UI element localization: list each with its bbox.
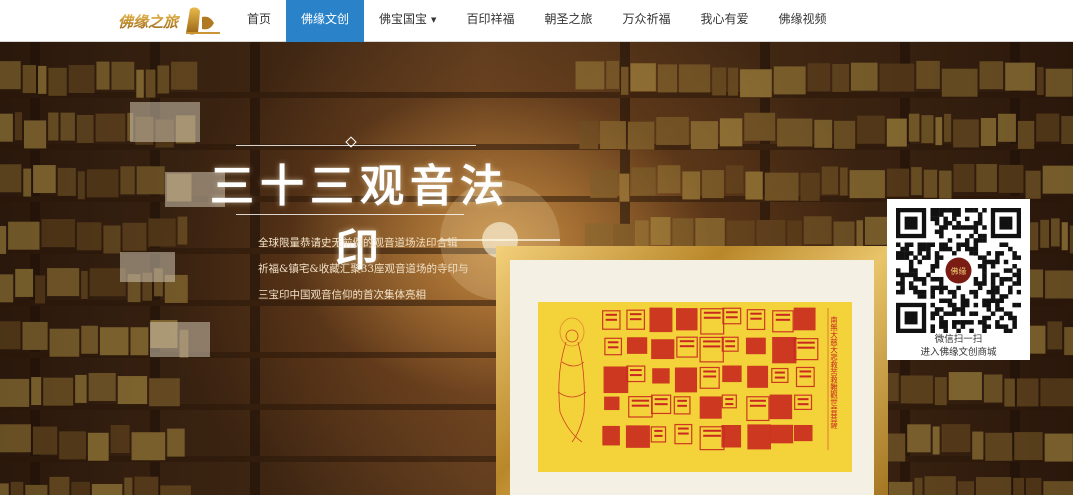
nav-item-label: 我心有爱 <box>700 12 749 26</box>
chevron-down-icon: ▼ <box>431 15 437 24</box>
nav-item-label: 百印祥福 <box>466 12 515 26</box>
qr-badge-text: 佛缘 <box>951 266 967 276</box>
logo-text: 佛缘之旅 <box>118 13 181 31</box>
artwork-frame[interactable]: 南無大慈大悲救苦救難觀世音菩薩 <box>496 246 888 495</box>
qr-card[interactable]: 佛缘 微信扫一扫 进入佛缘文创商城 <box>887 199 1030 360</box>
artwork-mat: 南無大慈大悲救苦救難觀世音菩薩 <box>510 260 874 495</box>
qr-code[interactable]: 佛缘 <box>896 208 1021 333</box>
hero-banner: 三十三观音法印 全球限量恭请史无前例的观音道场法印合辑 祈福&镇宅&收藏汇聚33… <box>0 42 1073 495</box>
logo-graphic: 佛缘之旅 <box>118 7 220 35</box>
artwork-inscription: 南無大慈大悲救苦救難觀世音菩薩 <box>829 315 838 430</box>
description-line-3: 三宝印中国观音信仰的首次集体亮相 <box>258 289 426 301</box>
nav-item-4[interactable]: 百印祥福 <box>451 0 529 42</box>
qr-caption-line-1: 微信扫一扫 <box>934 334 983 345</box>
qr-caption-line-2: 进入佛缘文创商城 <box>920 347 997 358</box>
nav-item-label: 朝圣之旅 <box>544 12 593 26</box>
title-rule-top <box>236 145 476 146</box>
hero-description: 全球限量恭请史无前例的观音道场法印合辑 祈福&镇宅&收藏汇聚33座观音道场的寺印… <box>258 230 498 308</box>
description-line-2: 祈福&镇宅&收藏汇聚33座观音道场的寺印与 <box>258 263 469 275</box>
nav-item-8[interactable]: 佛缘视频 <box>764 0 842 42</box>
seal-artwork: 南無大慈大悲救苦救難觀世音菩薩 <box>538 302 852 472</box>
nav-item-6[interactable]: 万众祈福 <box>607 0 685 42</box>
nav-item-label: 佛缘文创 <box>301 12 350 26</box>
nav-item-2[interactable]: 佛缘文创 <box>286 0 365 42</box>
nav-item-label: 首页 <box>247 12 272 26</box>
nav-item-label: 佛缘视频 <box>778 12 827 26</box>
title-rule-bottom <box>236 214 464 215</box>
nav-item-label: 佛宝国宝 <box>379 12 428 26</box>
description-line-1: 全球限量恭请史无前例的观音道场法印合辑 <box>258 237 458 249</box>
nav-item-5[interactable]: 朝圣之旅 <box>529 0 607 42</box>
nav-item-3[interactable]: 佛宝国宝 ▼ <box>364 0 451 42</box>
main-menu: 首页 佛缘文创 佛宝国宝 ▼ 百印祥福 朝圣之旅 万众祈福 我心有爱 佛缘视频 <box>232 0 842 42</box>
nav-item-1[interactable]: 首页 <box>232 0 286 42</box>
qr-caption: 微信扫一扫 进入佛缘文创商城 <box>887 333 1030 359</box>
nav-item-7[interactable]: 我心有爱 <box>685 0 763 42</box>
seal-collection-graphic: 南無大慈大悲救苦救難觀世音菩薩 <box>557 307 839 451</box>
nav-item-label: 万众祈福 <box>622 12 671 26</box>
top-nav: 佛缘之旅 首页 佛缘文创 佛宝国宝 ▼ 百印祥福 朝圣之旅 万众祈福 我心有爱 佛缘视频 <box>0 0 1073 42</box>
site-logo[interactable]: 佛缘之旅 <box>116 3 224 39</box>
